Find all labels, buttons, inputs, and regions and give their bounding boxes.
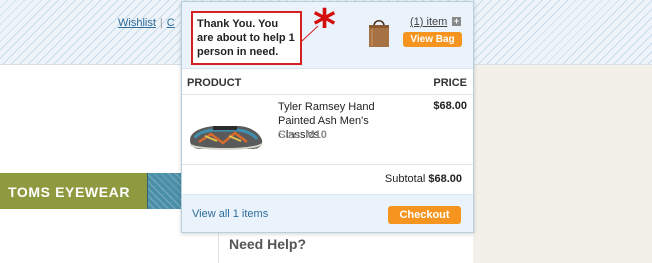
help-heading: Need Help?: [229, 236, 307, 252]
mini-cart-popup: Thank You. You are about to help 1 perso…: [181, 1, 474, 233]
nav-tab-striped[interactable]: [147, 173, 182, 209]
view-all-items-link[interactable]: View all 1 items: [192, 208, 268, 220]
nav-tab-label: TOMS EYEWEAR: [8, 184, 131, 200]
shopping-bag-icon: [369, 19, 389, 47]
plus-icon[interactable]: +: [452, 17, 461, 26]
checkout-button[interactable]: Checkout: [388, 206, 461, 224]
divider: [182, 94, 473, 95]
nav-tab-toms-eyewear[interactable]: TOMS EYEWEAR: [0, 173, 147, 209]
annotation-asterisk-icon: *: [313, 0, 337, 51]
product-price: $68.00: [433, 100, 467, 112]
header-link-cut[interactable]: C: [167, 17, 175, 29]
product-thumbnail[interactable]: [187, 114, 265, 154]
subtotal-value: $68.00: [428, 173, 462, 185]
header-separator: |: [159, 17, 163, 29]
cart-item-count[interactable]: (1) item: [410, 16, 447, 28]
header-links: Wishlist | C: [118, 17, 175, 33]
size-label: Size:: [278, 129, 303, 141]
cart-header: Thank You. You are about to help 1 perso…: [182, 2, 473, 69]
view-bag-button[interactable]: View Bag: [403, 32, 462, 47]
wishlist-link[interactable]: Wishlist: [118, 17, 156, 29]
divider: [182, 164, 473, 165]
cart-footer: View all 1 items Checkout: [182, 194, 473, 232]
subtotal: Subtotal $68.00: [385, 173, 462, 185]
cart-column-headers: PRODUCT PRICE: [182, 77, 473, 93]
subtotal-label: Subtotal: [384, 173, 426, 185]
price-column-header: PRICE: [433, 77, 467, 89]
size-value: M10: [305, 129, 327, 141]
product-size: Size: M10: [278, 129, 327, 141]
product-column-header: PRODUCT: [187, 77, 242, 89]
